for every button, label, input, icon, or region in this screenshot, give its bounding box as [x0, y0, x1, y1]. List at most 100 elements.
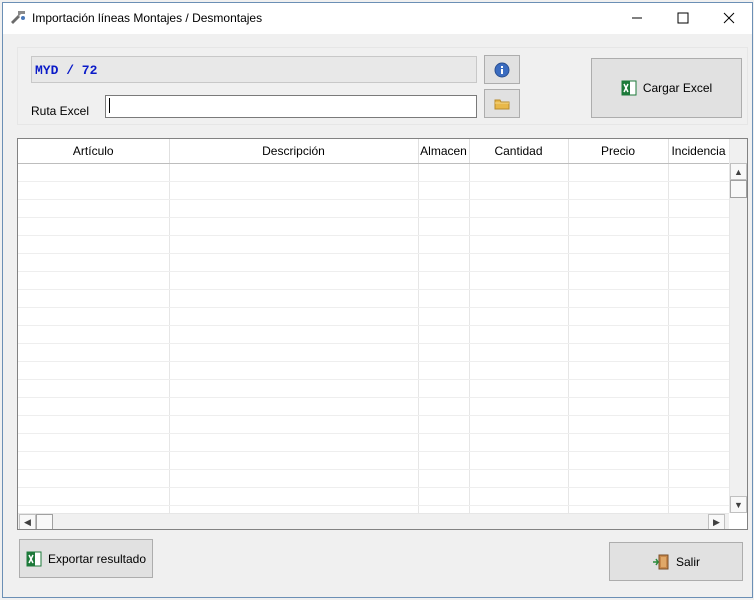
table-cell[interactable]: [568, 397, 669, 416]
table-cell[interactable]: [18, 253, 170, 272]
table-cell[interactable]: [169, 325, 419, 344]
minimize-button[interactable]: [614, 3, 660, 33]
table-row[interactable]: [18, 325, 729, 344]
table-cell[interactable]: [568, 505, 669, 513]
table-cell[interactable]: [668, 415, 729, 434]
table-cell[interactable]: [169, 307, 419, 326]
table-cell[interactable]: [668, 271, 729, 290]
table-cell[interactable]: [568, 361, 669, 380]
table-cell[interactable]: [418, 217, 470, 236]
table-cell[interactable]: [418, 433, 470, 452]
table-cell[interactable]: [18, 217, 170, 236]
table-cell[interactable]: [469, 397, 569, 416]
table-cell[interactable]: [469, 253, 569, 272]
horizontal-scrollbar[interactable]: ◀ ▶: [18, 513, 729, 529]
table-cell[interactable]: [568, 415, 669, 434]
table-cell[interactable]: [418, 163, 470, 182]
table-row[interactable]: [18, 289, 729, 308]
table-cell[interactable]: [668, 343, 729, 362]
scroll-right-button[interactable]: ▶: [708, 514, 725, 529]
table-cell[interactable]: [568, 487, 669, 506]
maximize-button[interactable]: [660, 3, 706, 33]
scroll-left-button[interactable]: ◀: [19, 514, 36, 529]
vertical-scrollbar[interactable]: ▲ ▼: [729, 139, 747, 513]
table-cell[interactable]: [169, 469, 419, 488]
table-cell[interactable]: [169, 379, 419, 398]
table-cell[interactable]: [418, 325, 470, 344]
table-cell[interactable]: [169, 217, 419, 236]
table-row[interactable]: [18, 487, 729, 506]
table-cell[interactable]: [668, 397, 729, 416]
table-cell[interactable]: [169, 343, 419, 362]
vertical-scroll-thumb[interactable]: [730, 180, 747, 198]
table-cell[interactable]: [18, 379, 170, 398]
column-header-almacen[interactable]: Almacen: [418, 139, 470, 164]
table-cell[interactable]: [418, 253, 470, 272]
table-cell[interactable]: [18, 289, 170, 308]
table-cell[interactable]: [418, 505, 470, 513]
scroll-up-button[interactable]: ▲: [730, 163, 747, 180]
table-cell[interactable]: [568, 271, 669, 290]
table-cell[interactable]: [668, 181, 729, 200]
table-cell[interactable]: [469, 469, 569, 488]
horizontal-scroll-thumb[interactable]: [36, 514, 53, 529]
table-cell[interactable]: [418, 487, 470, 506]
table-cell[interactable]: [469, 487, 569, 506]
table-cell[interactable]: [418, 199, 470, 218]
table-row[interactable]: [18, 235, 729, 254]
table-cell[interactable]: [18, 325, 170, 344]
table-cell[interactable]: [418, 451, 470, 470]
table-row[interactable]: [18, 271, 729, 290]
table-row[interactable]: [18, 379, 729, 398]
table-cell[interactable]: [418, 469, 470, 488]
table-cell[interactable]: [169, 415, 419, 434]
table-cell[interactable]: [18, 343, 170, 362]
table-cell[interactable]: [668, 199, 729, 218]
table-cell[interactable]: [668, 253, 729, 272]
table-cell[interactable]: [568, 379, 669, 398]
column-header-cantidad[interactable]: Cantidad: [469, 139, 569, 164]
info-button[interactable]: [484, 55, 520, 84]
table-cell[interactable]: [668, 469, 729, 488]
table-cell[interactable]: [418, 235, 470, 254]
table-cell[interactable]: [418, 361, 470, 380]
table-row[interactable]: [18, 433, 729, 452]
table-row[interactable]: [18, 361, 729, 380]
table-cell[interactable]: [469, 289, 569, 308]
table-cell[interactable]: [418, 415, 470, 434]
table-cell[interactable]: [668, 505, 729, 513]
table-cell[interactable]: [668, 433, 729, 452]
table-cell[interactable]: [169, 199, 419, 218]
cargar-excel-button[interactable]: Cargar Excel: [591, 58, 742, 118]
ruta-excel-input[interactable]: [105, 95, 477, 118]
table-cell[interactable]: [18, 163, 170, 182]
table-cell[interactable]: [469, 379, 569, 398]
table-cell[interactable]: [568, 289, 669, 308]
table-row[interactable]: [18, 217, 729, 236]
table-cell[interactable]: [169, 433, 419, 452]
table-cell[interactable]: [18, 415, 170, 434]
table-cell[interactable]: [418, 289, 470, 308]
lines-grid[interactable]: Artículo Descripción Almacen Cantidad Pr…: [17, 138, 748, 530]
table-row[interactable]: [18, 253, 729, 272]
table-cell[interactable]: [18, 271, 170, 290]
table-row[interactable]: [18, 163, 729, 182]
column-header-articulo[interactable]: Artículo: [18, 139, 170, 164]
table-cell[interactable]: [668, 325, 729, 344]
column-header-precio[interactable]: Precio: [568, 139, 669, 164]
table-row[interactable]: [18, 343, 729, 362]
table-cell[interactable]: [18, 487, 170, 506]
table-cell[interactable]: [568, 325, 669, 344]
close-button[interactable]: [706, 3, 752, 33]
table-cell[interactable]: [418, 307, 470, 326]
table-cell[interactable]: [469, 235, 569, 254]
table-cell[interactable]: [668, 361, 729, 380]
table-row[interactable]: [18, 451, 729, 470]
table-cell[interactable]: [418, 379, 470, 398]
table-cell[interactable]: [469, 433, 569, 452]
table-row[interactable]: [18, 307, 729, 326]
table-cell[interactable]: [469, 343, 569, 362]
table-cell[interactable]: [668, 163, 729, 182]
browse-folder-button[interactable]: [484, 89, 520, 118]
table-cell[interactable]: [18, 505, 170, 513]
